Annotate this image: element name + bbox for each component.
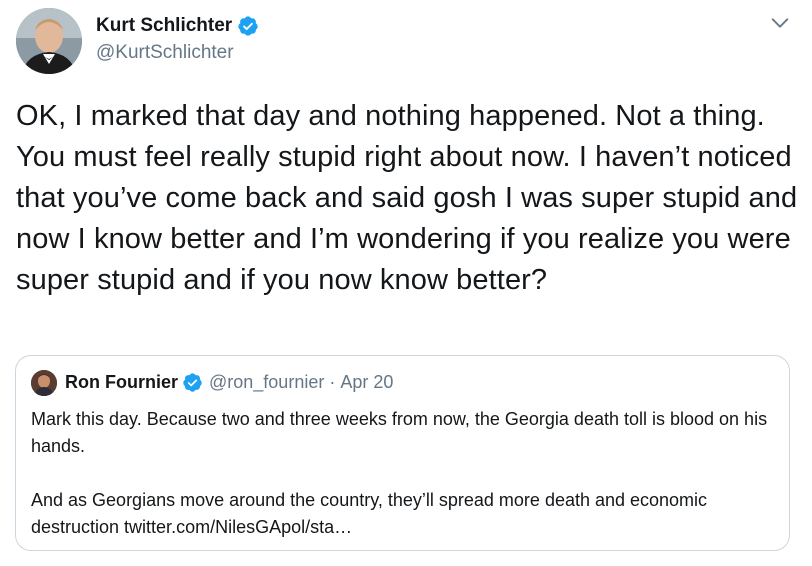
tweet-card: Kurt Schlichter @KurtSchlichter OK, I ma… [0,0,812,566]
quoted-author-avatar[interactable] [31,370,57,396]
author-display-name[interactable]: Kurt Schlichter [96,15,232,37]
author-name-row: Kurt Schlichter [96,13,259,39]
quoted-author-handle[interactable]: @ron_fournier [209,372,324,393]
author-avatar[interactable] [16,8,82,74]
quoted-header: Ron Fournier @ron_fournier · Apr 20 [65,372,393,393]
profile-photo-icon [31,370,57,396]
chevron-down-icon[interactable] [769,12,791,34]
quoted-date[interactable]: Apr 20 [340,372,393,393]
quoted-author-name[interactable]: Ron Fournier [65,372,178,393]
verified-badge-icon [238,16,258,36]
quoted-separator: · [329,372,336,392]
verified-badge-icon [183,373,202,392]
quoted-paragraph-2: And as Georgians move around the country… [31,490,708,537]
author-handle[interactable]: @KurtSchlichter [96,42,259,64]
tweet-text: OK, I marked that day and nothing happen… [16,100,798,296]
quoted-tweet[interactable]: Ron Fournier @ron_fournier · Apr 20 Mark… [15,355,790,551]
author-block: Kurt Schlichter @KurtSchlichter [96,13,259,64]
quoted-paragraph-1: Mark this day. Because two and three wee… [31,409,768,456]
profile-photo-icon [16,8,82,74]
quoted-text: Mark this day. Because two and three wee… [31,406,776,541]
